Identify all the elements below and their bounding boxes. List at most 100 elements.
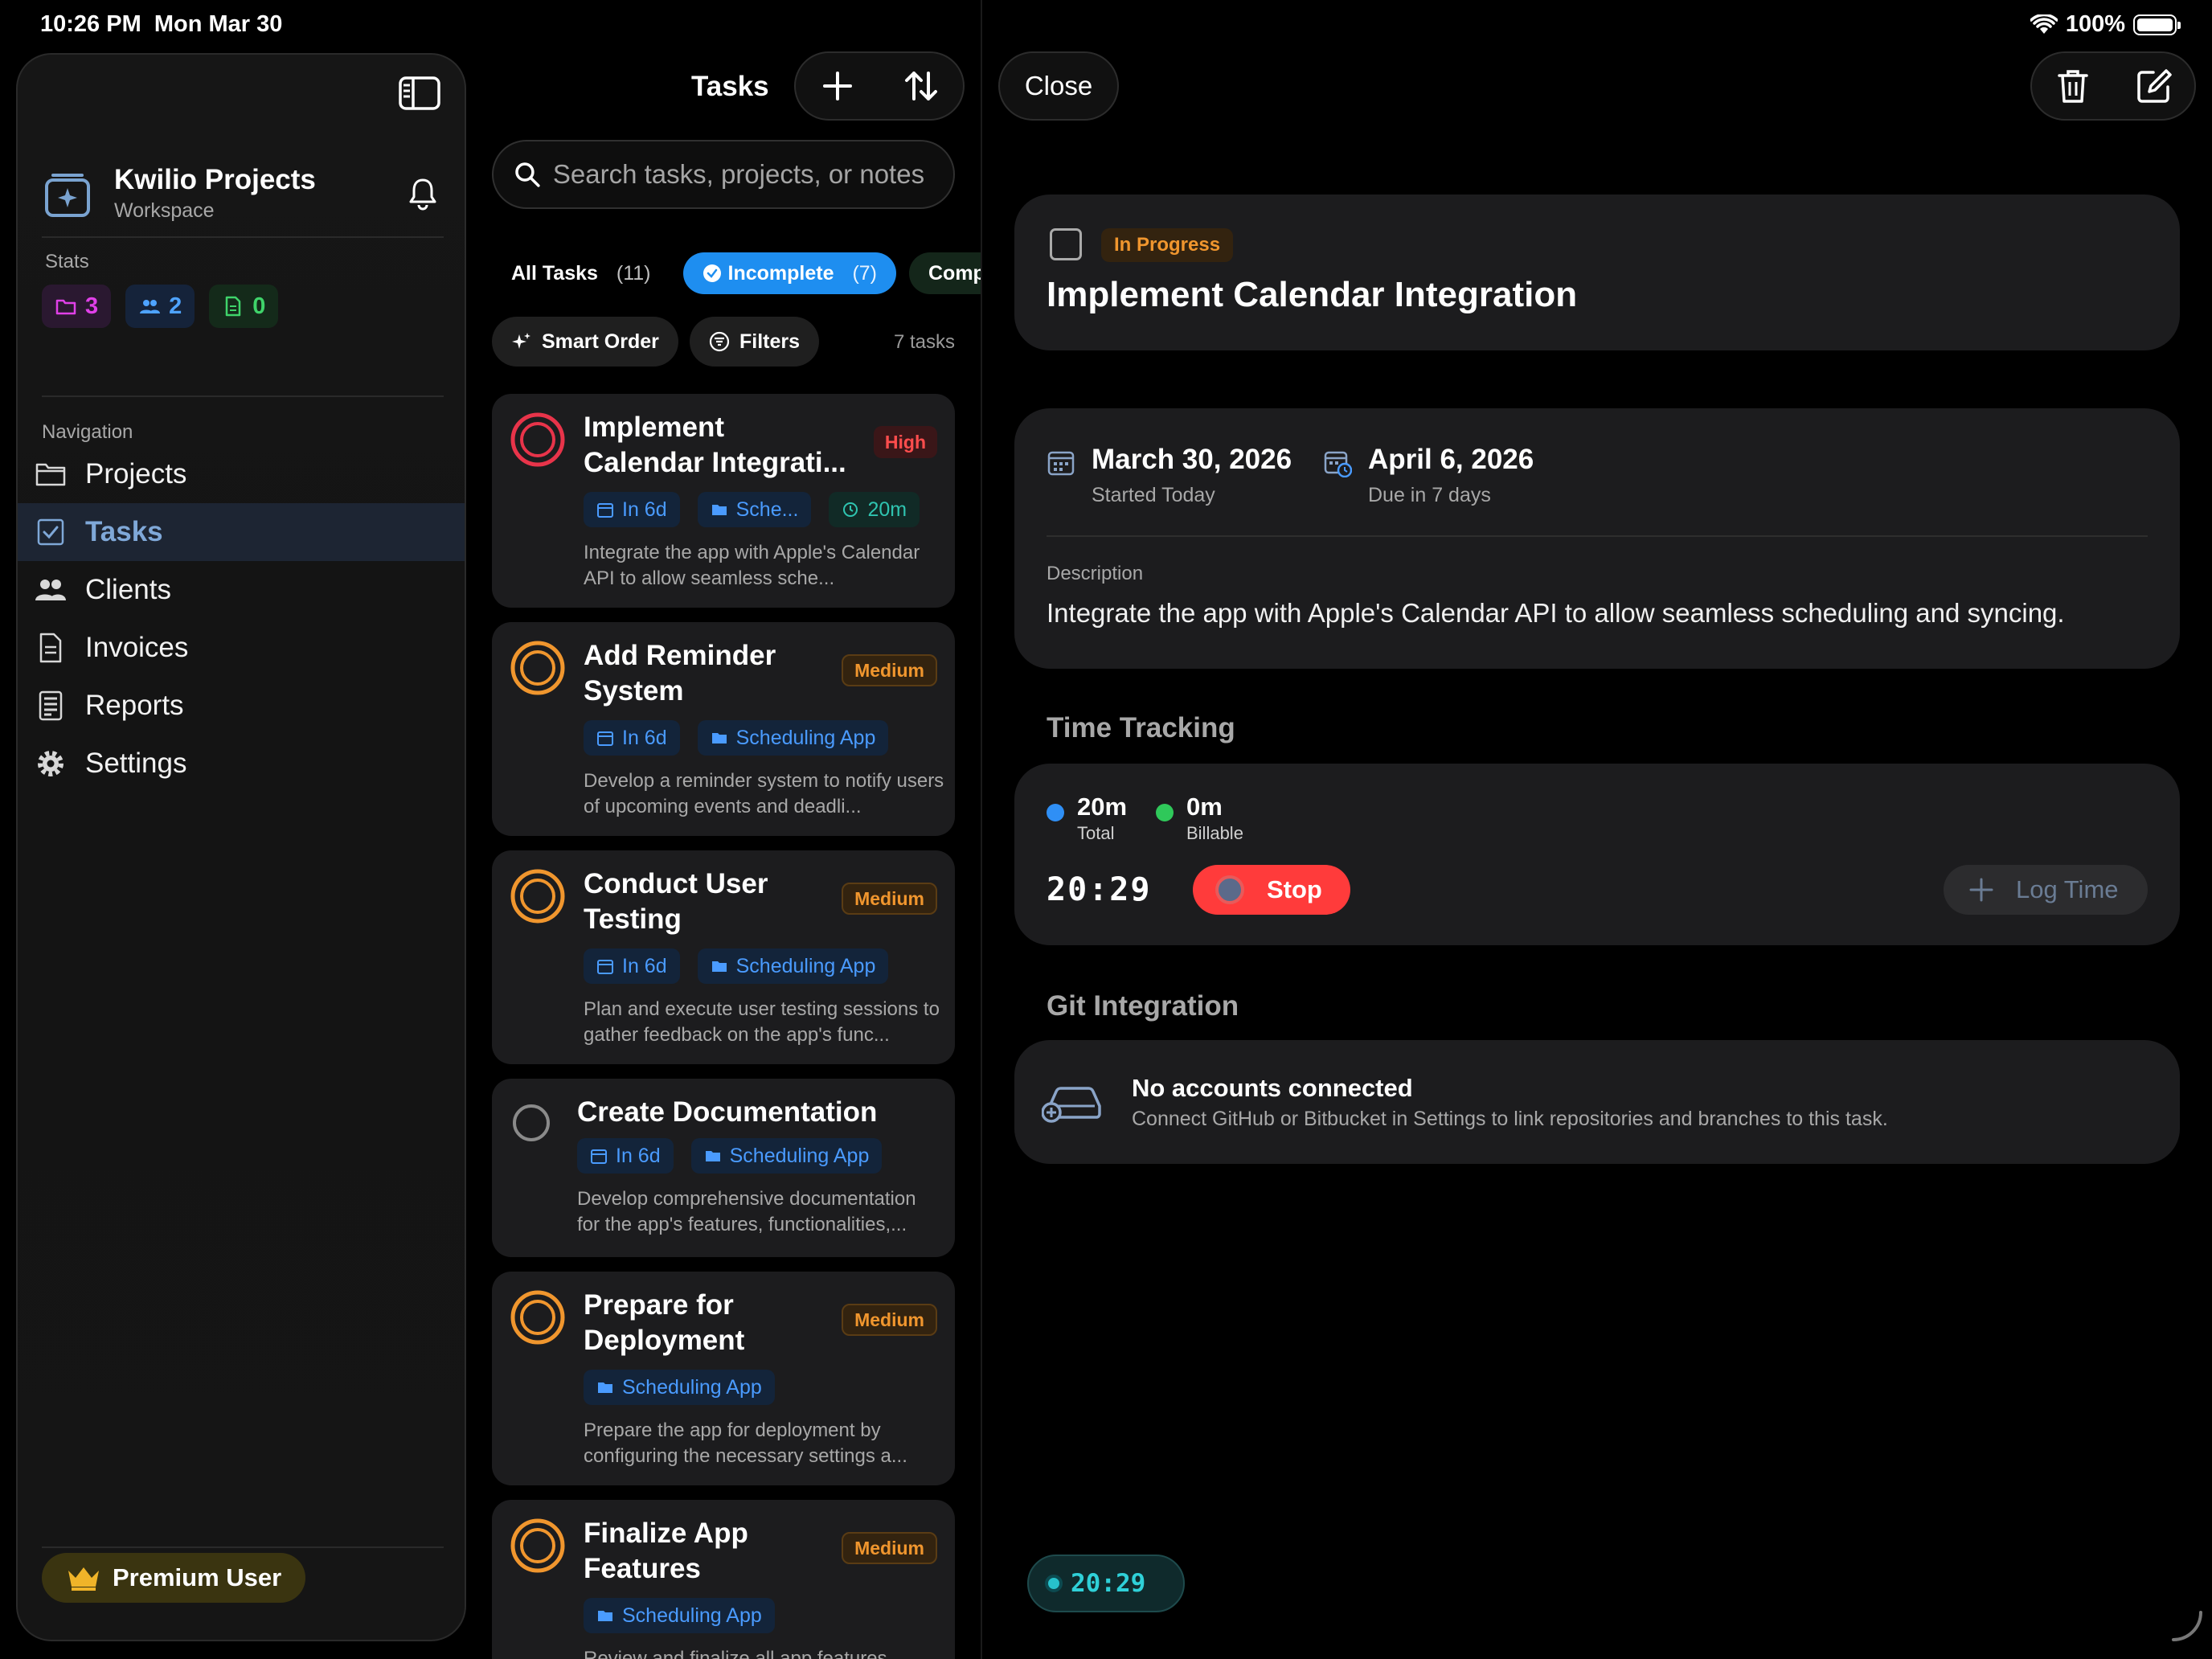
time-tracking-card: 20m Total 0m Billable 20:29 Stop Log Tim… — [1014, 764, 2180, 945]
task-description: Prepare the app for deployment by config… — [584, 1419, 907, 1467]
task-title: Add Reminder System — [584, 640, 776, 707]
sidebar-toggle-button[interactable] — [395, 69, 444, 117]
filter-tabs: All Tasks (11) Incomplete (7) Comple — [492, 252, 981, 294]
floating-timer[interactable]: 20:29 — [1027, 1555, 1185, 1612]
project-chip: Scheduling App — [697, 720, 889, 756]
task-card[interactable]: Implement Calendar Integrati... High In … — [492, 394, 955, 608]
task-chips: Scheduling App — [584, 1370, 775, 1405]
task-chips: In 6d Scheduling App — [584, 948, 889, 984]
tab-all-tasks[interactable]: All Tasks (11) — [492, 252, 670, 294]
priority-medium-ring-icon[interactable] — [510, 1518, 566, 1574]
search-bar[interactable] — [492, 140, 955, 209]
git-empty-title: No accounts connected — [1132, 1074, 1413, 1102]
battery-percent: 100% — [2065, 11, 2125, 37]
sidebar-item-settings[interactable]: Settings — [18, 735, 465, 793]
task-title: Implement Calendar Integrati... — [584, 412, 846, 478]
checkmark-circle-icon — [703, 264, 721, 282]
priority-badge: High — [873, 426, 937, 458]
sidebar-item-reports[interactable]: Reports — [18, 677, 465, 735]
trash-button[interactable] — [2053, 66, 2093, 106]
sparkle-icon — [512, 333, 530, 349]
task-description: Integrate the app with Apple's Calendar … — [584, 542, 920, 589]
edit-button[interactable] — [2134, 66, 2174, 106]
task-title: Conduct User Testing — [584, 868, 768, 935]
stat-clients[interactable]: 2 — [125, 285, 195, 328]
sidebar-item-tasks[interactable]: Tasks — [18, 503, 465, 561]
task-chips: In 6d Sche... 20m — [584, 492, 920, 527]
workspace-title: Kwilio Projects — [114, 164, 316, 195]
git-integration-card[interactable]: No accounts connected Connect GitHub or … — [1014, 1040, 2180, 1164]
description-label: Description — [1047, 563, 1144, 584]
folder-icon — [35, 463, 66, 486]
report-icon — [39, 690, 63, 721]
stat-projects[interactable]: 3 — [42, 285, 112, 328]
priority-badge: Medium — [842, 1532, 937, 1564]
close-button[interactable]: Close — [998, 51, 1119, 121]
calendar-icon — [591, 1149, 607, 1164]
priority-high-ring-icon[interactable] — [510, 412, 566, 468]
task-title: Prepare for Deployment — [584, 1289, 745, 1356]
git-integration-title: Git Integration — [1047, 990, 1239, 1022]
priority-none-ring-icon[interactable] — [511, 1103, 551, 1143]
stop-button[interactable]: Stop — [1193, 865, 1350, 915]
log-time-button[interactable]: Log Time — [1944, 865, 2148, 915]
detail-actions — [2030, 51, 2196, 121]
smart-order-button[interactable]: Smart Order — [492, 317, 678, 367]
project-chip: Scheduling App — [584, 1598, 775, 1633]
task-detail-title: Implement Calendar Integration — [1047, 275, 1578, 314]
calendar-icon — [597, 503, 613, 518]
stat-invoices[interactable]: 0 — [209, 285, 279, 328]
stop-icon — [1215, 875, 1244, 904]
resize-handle-icon[interactable] — [2167, 1608, 2204, 1645]
complete-checkbox[interactable] — [1050, 228, 1082, 260]
bell-icon[interactable] — [405, 175, 440, 211]
tab-incomplete[interactable]: Incomplete (7) — [682, 252, 896, 294]
navigation-label: Navigation — [42, 421, 133, 443]
sort-button[interactable] — [902, 67, 940, 105]
priority-badge: Medium — [842, 654, 937, 686]
calendar-icon — [597, 731, 613, 746]
premium-badge[interactable]: Premium User — [42, 1553, 306, 1603]
task-card[interactable]: Prepare for Deployment Medium Scheduling… — [492, 1272, 955, 1485]
tab-completed[interactable]: Comple — [909, 252, 981, 294]
filter-icon — [709, 331, 730, 352]
priority-medium-ring-icon[interactable] — [510, 640, 566, 696]
people-icon — [35, 580, 66, 600]
task-card[interactable]: Conduct User Testing Medium In 6d Schedu… — [492, 850, 955, 1064]
sidebar-item-clients[interactable]: Clients — [18, 561, 465, 619]
status-right: 100% — [2030, 11, 2181, 38]
folder-icon — [711, 733, 727, 743]
task-card[interactable]: Add Reminder System Medium In 6d Schedul… — [492, 622, 955, 836]
sidebar-item-invoices[interactable]: Invoices — [18, 619, 465, 677]
folder-icon — [711, 961, 727, 972]
people-icon — [140, 300, 161, 313]
workspace-logo-icon — [45, 174, 90, 217]
history-clock-icon — [843, 502, 858, 517]
time-tracking-title: Time Tracking — [1047, 712, 1235, 743]
priority-medium-ring-icon[interactable] — [510, 868, 566, 924]
task-count: 7 tasks — [893, 331, 955, 353]
task-title: Create Documentation — [577, 1096, 878, 1128]
folder-icon — [711, 505, 727, 515]
gear-icon — [38, 751, 63, 776]
search-input[interactable] — [552, 159, 953, 190]
task-description: Plan and execute user testing sessions t… — [584, 998, 940, 1046]
status-bar: 10:26 PM Mon Mar 30 100% — [0, 0, 2212, 51]
sidebar-item-projects[interactable]: Projects — [18, 445, 465, 503]
task-chips: In 6d Scheduling App — [584, 720, 889, 756]
filters-button[interactable]: Filters — [690, 317, 820, 367]
task-title: Finalize App Features — [584, 1518, 748, 1584]
recording-dot-icon — [1045, 1575, 1063, 1592]
due-chip: In 6d — [584, 948, 680, 984]
add-task-button[interactable] — [818, 67, 857, 105]
divider — [1047, 535, 2148, 537]
priority-badge: Medium — [842, 883, 937, 915]
task-card[interactable]: Create Documentation In 6d Scheduling Ap… — [492, 1079, 955, 1257]
status-badge[interactable]: In Progress — [1101, 228, 1234, 262]
plus-icon — [1969, 878, 1993, 902]
stats-label: Stats — [45, 251, 89, 272]
list-tools: Smart Order Filters 7 tasks — [492, 317, 955, 367]
task-card[interactable]: Finalize App Features Medium Scheduling … — [492, 1500, 955, 1659]
priority-medium-ring-icon[interactable] — [510, 1289, 566, 1346]
workspace-header[interactable]: Kwilio Projects Workspace — [42, 159, 444, 238]
